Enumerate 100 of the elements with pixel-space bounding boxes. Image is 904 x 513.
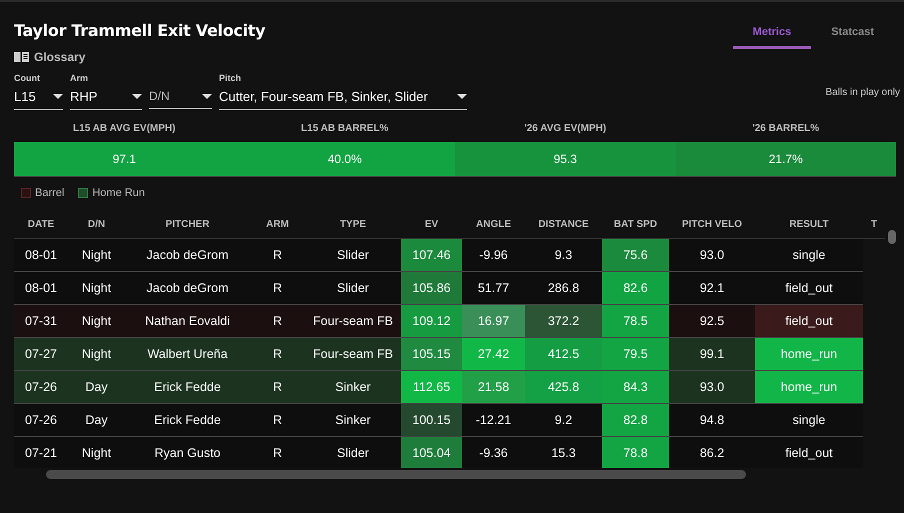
tab[interactable]: Metrics [732, 22, 812, 49]
table-cell-text: Ryan Gusto [153, 445, 222, 462]
table-cell-text: R [272, 280, 284, 297]
table-cell-text: Night [80, 280, 112, 297]
column-header[interactable]: ANGLE [462, 212, 525, 238]
table-cell: 82.8 [602, 404, 669, 436]
table-cell-text: Slider [336, 247, 370, 264]
table-cell-text: Sinker [334, 379, 372, 396]
table-cell-text: Erick Fedde [153, 379, 222, 396]
table-cell: 84.3 [602, 371, 669, 403]
table-cell-text: Night [80, 346, 112, 363]
table-cell-text: Jacob deGrom [146, 280, 230, 297]
column-header[interactable]: PITCH VELO [669, 212, 755, 238]
caret-icon [202, 94, 212, 98]
table-cell-text: 86.2 [698, 445, 726, 462]
table-cell-text: R [272, 445, 284, 462]
table-cell: 105.04 [401, 437, 462, 468]
table-cell-text: 15.3 [550, 445, 577, 462]
table-cell: 425.8 [525, 371, 602, 403]
balls-in-play-note: Balls in play only [826, 87, 900, 98]
table-cell: 82.6 [602, 272, 669, 304]
caret-icon [457, 94, 467, 99]
table-cell-text: 94.8 [698, 412, 726, 429]
table-cell-text: Night [80, 313, 112, 330]
summary-value: 97.1 [14, 142, 234, 177]
table-cell-text: Erick Fedde [153, 412, 222, 429]
column-header[interactable]: D/N [68, 212, 125, 238]
table-cell-text: 93.0 [698, 379, 726, 396]
table-cell-text: 07-21 [24, 445, 58, 462]
table-cell-text: field_out [784, 280, 834, 297]
summary-value: 40.0% [234, 142, 455, 177]
table-cell-text: R [272, 412, 284, 429]
table-cell: 372.2 [525, 305, 602, 337]
table-cell-text: Day [84, 412, 109, 429]
table-cell-text: Nathan Eovaldi [144, 313, 231, 330]
table-cell-text: 9.2 [554, 412, 574, 429]
glossary-link[interactable]: Glossary [14, 50, 86, 64]
table-cell: home_run [755, 371, 863, 403]
table-cell: home_run [755, 338, 863, 370]
summary-heading: L15 AB AVG EV(MPH) [72, 123, 176, 136]
table-cell-text: -12.21 [474, 412, 512, 429]
table-cell-text: R [272, 247, 284, 264]
table-cell-text: 9.3 [554, 247, 574, 264]
table-cell-text: 07-31 [24, 313, 58, 330]
table-cell-text: Four-seam FB [312, 346, 394, 363]
tab[interactable]: Statcast [811, 22, 894, 46]
table-cell: 107.46 [401, 239, 462, 271]
summary-heading: '26 BARREL% [751, 123, 820, 136]
caret-icon [53, 94, 63, 99]
summary-heading: '26 AVG EV(MPH) [523, 123, 608, 136]
table-cell-text: 07-27 [24, 346, 58, 363]
table-cell-text: 286.8 [546, 280, 580, 297]
dropdown[interactable]: Cutter, Four-seam FB, Sinker, Slider [219, 89, 467, 110]
page-title: Taylor Trammell Exit Velocity [14, 21, 266, 40]
table-cell: field_out [755, 305, 863, 337]
table-cell: 16.97 [462, 305, 525, 337]
filter-label: Pitch [219, 73, 242, 85]
table-cell: 112.65 [401, 371, 462, 403]
table-cell-text: -9.96 [478, 247, 509, 264]
table-cell-text: 93.0 [698, 247, 726, 264]
table-cell-text: Night [80, 445, 112, 462]
table-cell-text: Sinker [334, 412, 372, 429]
column-header[interactable]: DATE [14, 212, 68, 238]
column-header[interactable]: ARM [250, 212, 305, 238]
table-cell-text: 51.77 [476, 280, 510, 297]
table-cell-text: Jacob deGrom [146, 247, 230, 264]
table-cell: 412.5 [525, 338, 602, 370]
table-cell: 79.5 [602, 338, 669, 370]
table-cell-text: Night [80, 247, 112, 264]
column-header[interactable]: BAT SPD [602, 212, 669, 238]
table-cell-text: 92.5 [698, 313, 726, 330]
column-header[interactable]: EV [401, 212, 462, 238]
column-header[interactable]: DISTANCE [525, 212, 602, 238]
table-cell: 78.5 [602, 305, 669, 337]
table-cell-text: R [272, 313, 284, 330]
column-header[interactable]: T [863, 212, 885, 238]
column-header[interactable]: RESULT [755, 212, 863, 238]
table-cell-text: 08-01 [24, 280, 58, 297]
dropdown[interactable]: L15 [14, 89, 63, 110]
table-cell: 100.15 [401, 404, 462, 436]
legend-label: Home Run [92, 187, 145, 199]
table-cell-text: single [792, 247, 826, 264]
dropdown[interactable]: RHP [70, 89, 142, 110]
table-cell-text: Slider [336, 280, 370, 297]
column-header[interactable]: PITCHER [125, 212, 250, 238]
column-header[interactable]: TYPE [305, 212, 401, 238]
table-cell-text: 07-26 [24, 379, 58, 396]
table-cell-text: Day [84, 379, 109, 396]
dropdown[interactable]: D/N [149, 89, 212, 109]
summary-heading: L15 AB BARREL% [300, 123, 390, 136]
legend-label: Barrel [35, 187, 64, 199]
table-cell-text: 07-26 [24, 412, 58, 429]
summary-value: 21.7% [676, 142, 896, 177]
table-cell-text: 08-01 [24, 247, 58, 264]
table-cell-text: R [272, 346, 284, 363]
table-cell: 78.8 [602, 437, 669, 468]
table-cell-text: single [792, 412, 826, 429]
table-cell: 105.86 [401, 272, 462, 304]
filter-label: Arm [70, 73, 90, 85]
book-icon [14, 51, 29, 63]
